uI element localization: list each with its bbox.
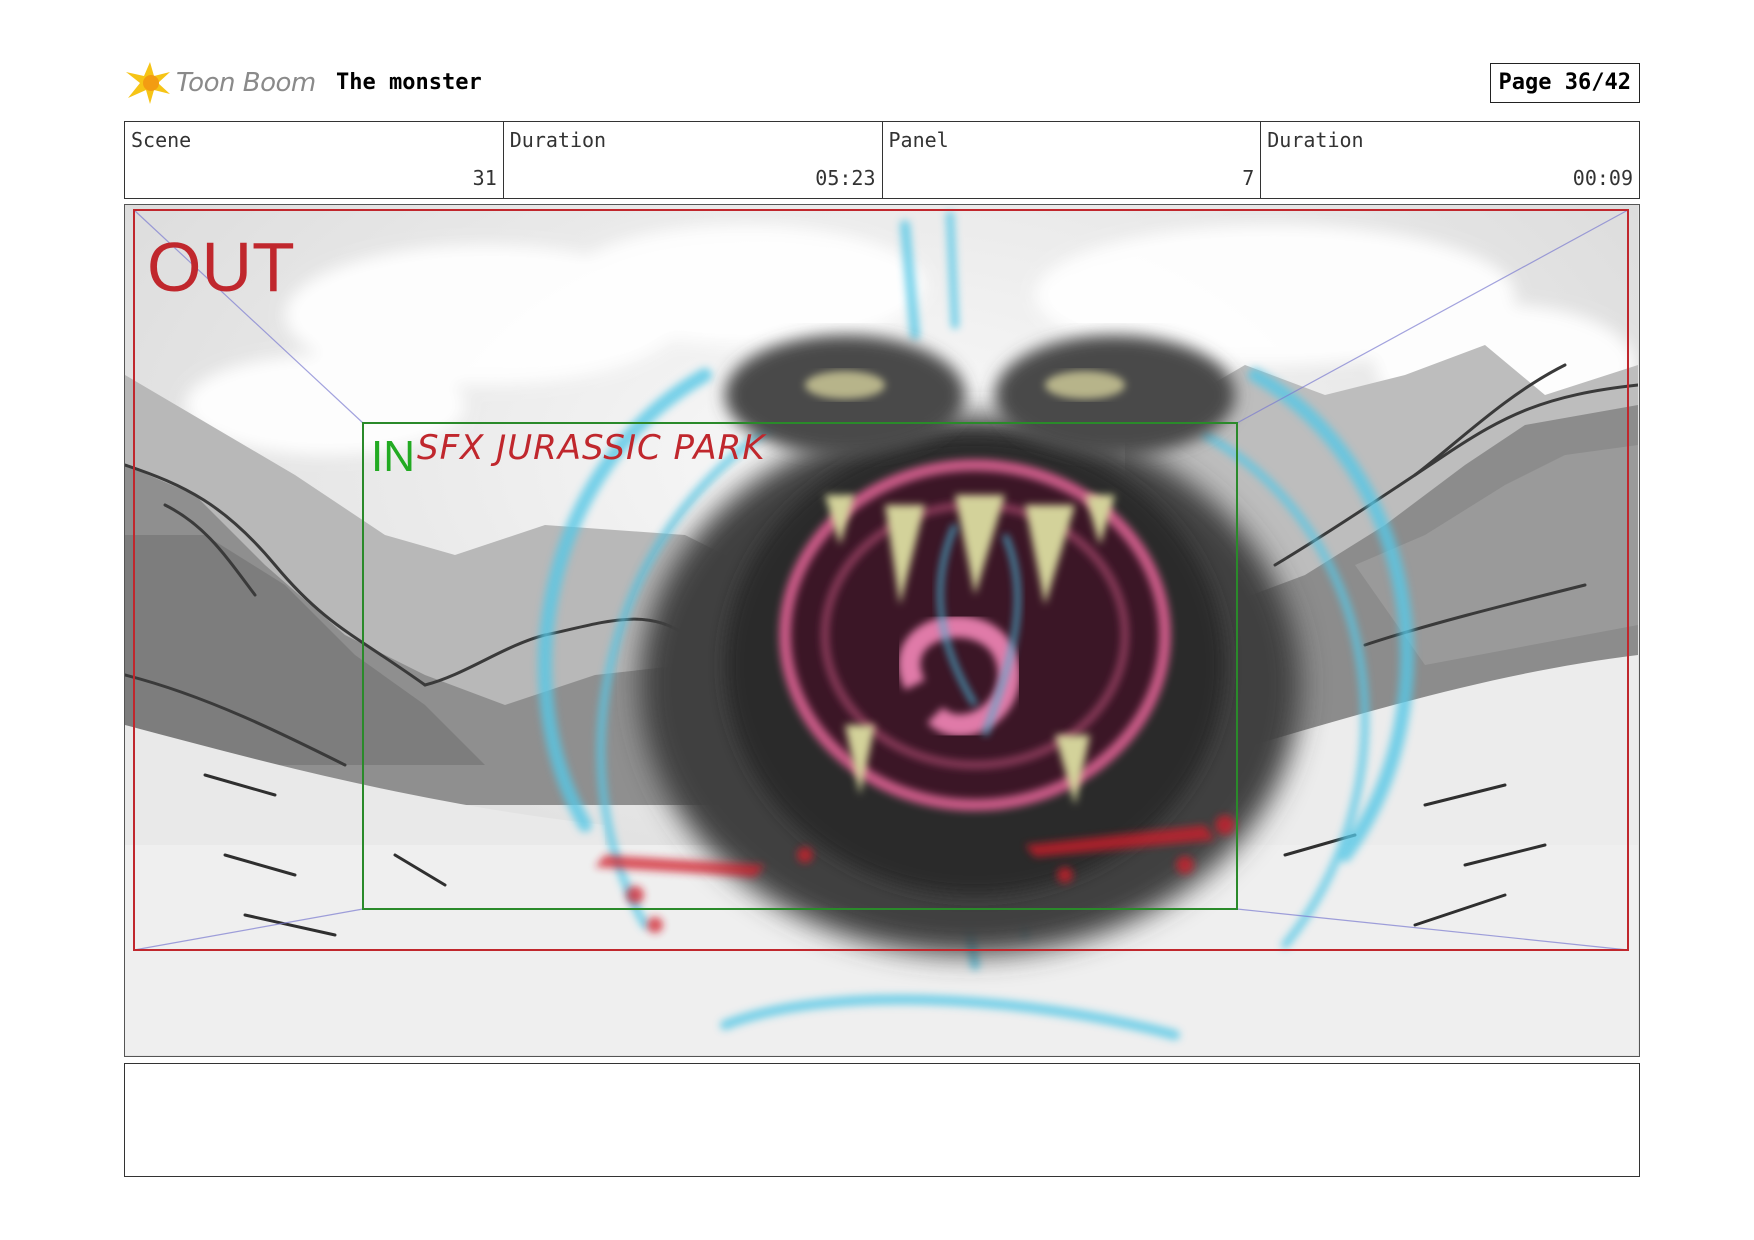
panel-notes-box [124,1063,1640,1177]
scene-duration-cell: Duration 05:23 [504,122,883,198]
starburst-icon [126,62,170,104]
page-header: Toon Boom The monster Page 36/42 [124,58,1640,108]
panel-duration-cell: Duration 00:09 [1261,122,1639,198]
panel-value: 7 [1242,166,1255,190]
scene-label: Scene [131,128,192,152]
scene-cell: Scene 31 [125,122,504,198]
panel-label: Panel [888,128,949,152]
panel-cell: Panel 7 [883,122,1262,198]
storyboard-panel-image: OUT IN SFX JURASSIC PARK [124,204,1640,1057]
toon-boom-logo: Toon Boom [124,58,316,108]
panel-info-table: Scene 31 Duration 05:23 Panel 7 Duration… [124,121,1640,199]
logo-text: Toon Boom [176,68,316,98]
panel-duration-label: Duration [1267,128,1364,152]
in-label: IN [371,432,415,481]
scene-duration-label: Duration [509,128,607,152]
panel-drawing: OUT IN SFX JURASSIC PARK [125,205,1638,1055]
panel-duration-value: 00:09 [1572,166,1633,190]
scene-value: 31 [472,166,497,190]
sfx-note: SFX JURASSIC PARK [417,428,767,468]
project-title: The monster [336,70,482,95]
page-number: Page 36/42 [1489,63,1640,103]
scene-duration-value: 05:23 [815,166,876,190]
out-label: OUT [147,228,295,306]
